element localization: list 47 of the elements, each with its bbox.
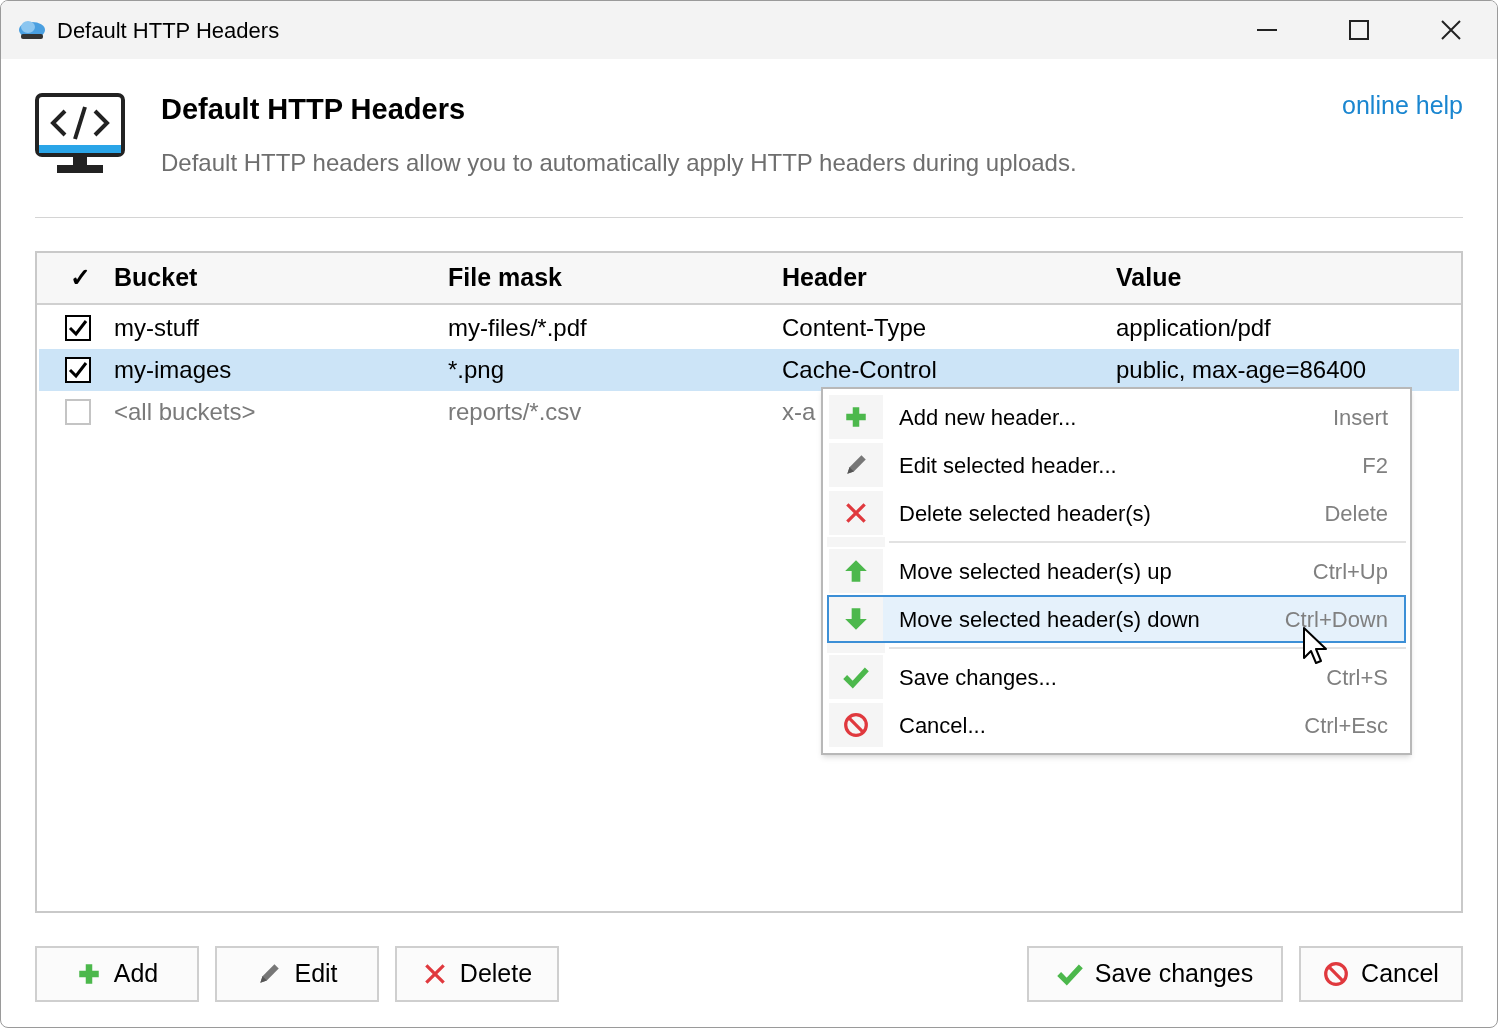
table-cell: reports/*.csv — [448, 398, 582, 425]
plus-icon — [843, 404, 869, 430]
online-help-link[interactable]: online help — [1342, 87, 1463, 125]
dialog-description: Default HTTP headers allow you to automatically apply HTTP headers during uploads. — [161, 148, 1077, 178]
close-icon — [1441, 20, 1461, 40]
monitor-code-icon — [35, 93, 125, 175]
action-button[interactable]: Add — [35, 946, 199, 1002]
minimize-icon — [1257, 29, 1277, 31]
table-cell: my-images — [114, 356, 232, 383]
column-header[interactable]: File mask — [448, 263, 562, 292]
cancel-icon — [1323, 961, 1350, 987]
table-cell: my-stuff — [114, 314, 199, 341]
menu-item[interactable]: Delete selected header(s) Delete — [827, 489, 1406, 537]
table-cell: public, max-age=86400 — [1116, 356, 1367, 383]
menu-item[interactable]: Move selected header(s) down Ctrl+Down — [827, 595, 1406, 643]
checkbox[interactable] — [64, 357, 91, 383]
action-button[interactable]: Edit — [215, 946, 379, 1002]
action-button[interactable]: Save changes — [1027, 946, 1283, 1002]
menu-item[interactable]: Add new header... Insert — [827, 393, 1406, 441]
table-cell: x-a — [782, 398, 816, 425]
menu-item[interactable]: Save changes... Ctrl+S — [827, 653, 1406, 701]
dialog-title: Default HTTP Headers — [161, 92, 467, 127]
table-cell: application/pdf — [1116, 314, 1271, 341]
window-title: Default HTTP Headers — [57, 16, 280, 45]
app-cloud-icon — [17, 18, 47, 42]
table-cell: *.png — [448, 356, 505, 383]
checkbox[interactable] — [64, 315, 91, 341]
selected-row[interactable]: my-images *.png Cache-Control public, max-age=86400 — [39, 349, 1459, 391]
column-header[interactable]: Bucket — [114, 263, 198, 292]
down-arrow-icon — [843, 606, 869, 632]
cancel-icon — [843, 712, 869, 738]
menu-item[interactable]: Move selected header(s) up Ctrl+Up — [827, 547, 1406, 595]
table-cell: Cache-Control — [782, 356, 937, 383]
column-header[interactable]: ✓ — [70, 259, 91, 297]
up-arrow-icon — [843, 558, 869, 584]
delete-icon — [843, 500, 869, 526]
table-cell: my-files/*.pdf — [448, 314, 587, 341]
action-button[interactable]: Cancel — [1299, 946, 1463, 1002]
mouse-cursor-icon — [1302, 626, 1330, 666]
table-cell: Content-Type — [782, 314, 927, 341]
action-button[interactable]: Delete — [395, 946, 559, 1002]
maximize-icon — [1349, 20, 1369, 40]
column-header[interactable]: Header — [782, 263, 867, 292]
menu-item[interactable]: Cancel... Ctrl+Esc — [827, 701, 1406, 749]
column-header[interactable]: Value — [1116, 263, 1182, 292]
table-cell: <all buckets> — [114, 398, 256, 425]
menu-item[interactable]: Edit selected header... F2 — [827, 441, 1406, 489]
